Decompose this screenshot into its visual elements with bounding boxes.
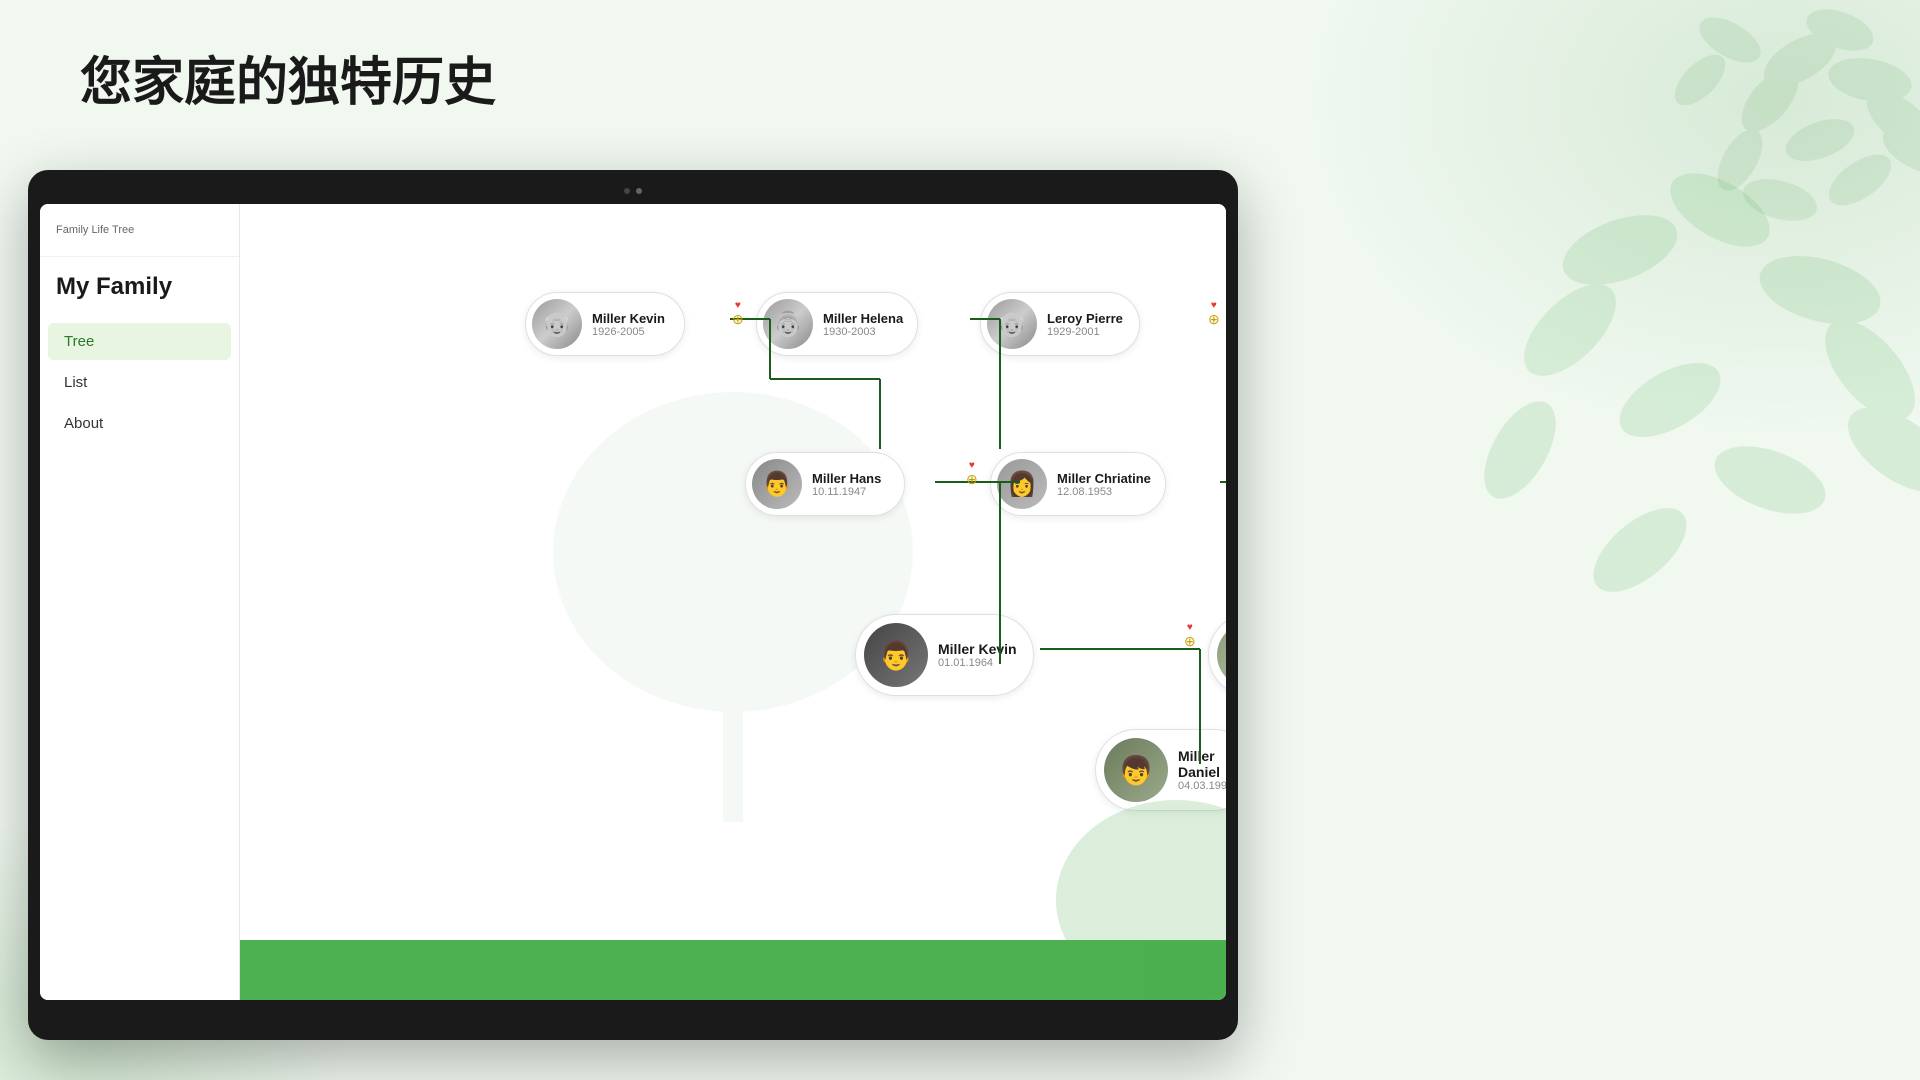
marriage-icon-5: ♥ ⊕ [1184, 622, 1196, 650]
marriage-icon-1: ♥ ⊕ [732, 300, 744, 328]
person-date-miller-chriatine: 12.08.1953 [1057, 486, 1151, 498]
avatar-miller-daniel: 👦 [1104, 738, 1168, 802]
person-silhouette: 👴 [542, 310, 572, 339]
person-card-miller-helena[interactable]: 👵 Miller Helena 1930-2003 [756, 292, 918, 356]
right-decorative-area [1220, 150, 1920, 1050]
person-info-leroy-pierre: Leroy Pierre 1929-2001 [1047, 311, 1123, 338]
person-info-miller-chriatine: Miller Chriatine 12.08.1953 [1057, 471, 1151, 498]
rings-1: ⊕ [732, 311, 744, 328]
heart-2: ♥ [1211, 300, 1217, 311]
rings-2: ⊕ [1208, 311, 1220, 328]
person-card-miller-kevin-sr[interactable]: 👴 Miller Kevin 1926-2005 [525, 292, 685, 356]
nav-item-list[interactable]: List [48, 364, 231, 401]
person-silhouette: 👵 [773, 310, 803, 339]
person-date-miller-kevin-jr: 01.01.1964 [938, 657, 1017, 669]
person-silhouette: 👨 [879, 639, 914, 672]
person-date-miller-daniel: 04.03.1995 [1178, 780, 1226, 792]
camera-bar [40, 182, 1226, 200]
tree-watermark [483, 352, 983, 852]
page-title: 您家庭的独特历史 [0, 0, 1920, 145]
camera-dot-1 [624, 188, 630, 194]
person-date-leroy-pierre: 1929-2001 [1047, 326, 1123, 338]
marriage-icon-2: ♥ ⊕ [1208, 300, 1220, 328]
person-date-miller-helena: 1930-2003 [823, 326, 903, 338]
person-name-miller-kevin-sr: Miller Kevin [592, 311, 665, 326]
person-card-miller-chriatine[interactable]: 👩 Miller Chriatine 12.08.1953 [990, 452, 1166, 516]
person-date-miller-hans: 10.11.1947 [812, 486, 881, 498]
avatar-miller-hans: 👨 [752, 459, 802, 509]
family-name: My Family [40, 273, 239, 321]
person-date-miller-kevin-sr: 1926-2005 [592, 326, 665, 338]
person-info-miller-daniel: Miller Daniel 04.03.1995 [1178, 748, 1226, 792]
person-card-miller-kevin-jr[interactable]: 👨 Miller Kevin 01.01.1964 [855, 614, 1034, 696]
nav-item-tree[interactable]: Tree [48, 323, 231, 360]
person-name-leroy-pierre: Leroy Pierre [1047, 311, 1123, 326]
heart-5: ♥ [1187, 622, 1193, 633]
avatar-miller-chriatine: 👩 [997, 459, 1047, 509]
person-name-miller-helena: Miller Helena [823, 311, 903, 326]
app-title: Family Life Tree [40, 224, 239, 257]
person-name-miller-daniel: Miller Daniel [1178, 748, 1226, 780]
person-info-miller-kevin-jr: Miller Kevin 01.01.1964 [938, 641, 1017, 669]
person-silhouette: 👦 [1119, 754, 1154, 787]
person-info-miller-hans: Miller Hans 10.11.1947 [812, 471, 881, 498]
person-silhouette: 👩 [1007, 470, 1037, 499]
nav-item-about[interactable]: About [48, 405, 231, 442]
heart-3: ♥ [969, 460, 975, 471]
person-info-miller-kevin-sr: Miller Kevin 1926-2005 [592, 311, 665, 338]
avatar-leroy-pierre: 👴 [987, 299, 1037, 349]
tree-main-content: 👴 Miller Kevin 1926-2005 ♥ ⊕ 👵 Miller He… [240, 204, 1226, 1000]
person-card-miller-daniel[interactable]: 👦 Miller Daniel 04.03.1995 [1095, 729, 1226, 811]
person-name-miller-chriatine: Miller Chriatine [1057, 471, 1151, 486]
green-bottom-bar [240, 940, 1226, 1000]
person-silhouette: 👴 [997, 310, 1027, 339]
camera-dot-2 [636, 188, 642, 194]
avatar-miller-helena: 👵 [763, 299, 813, 349]
avatar-miller-kevin-jr: 👨 [864, 623, 928, 687]
rings-3: ⊕ [966, 471, 978, 488]
avatar-miller-sandra: 👩 [1217, 623, 1226, 687]
person-silhouette: 👨 [762, 470, 792, 499]
avatar-miller-kevin-sr: 👴 [532, 299, 582, 349]
person-name-miller-kevin-jr: Miller Kevin [938, 641, 1017, 657]
heart-1: ♥ [735, 300, 741, 311]
person-info-miller-helena: Miller Helena 1930-2003 [823, 311, 903, 338]
laptop-screen: Family Life Tree My Family Tree List Abo… [40, 204, 1226, 1000]
rings-5: ⊕ [1184, 633, 1196, 650]
person-name-miller-hans: Miller Hans [812, 471, 881, 486]
sidebar: Family Life Tree My Family Tree List Abo… [40, 204, 240, 1000]
person-card-leroy-pierre[interactable]: 👴 Leroy Pierre 1929-2001 [980, 292, 1140, 356]
person-card-miller-sandra[interactable]: 👩 Miller Sandra 05.05.1972 [1208, 614, 1226, 696]
marriage-icon-3: ♥ ⊕ [966, 460, 978, 488]
person-card-miller-hans[interactable]: 👨 Miller Hans 10.11.1947 [745, 452, 905, 516]
laptop-frame: Family Life Tree My Family Tree List Abo… [28, 170, 1238, 1040]
